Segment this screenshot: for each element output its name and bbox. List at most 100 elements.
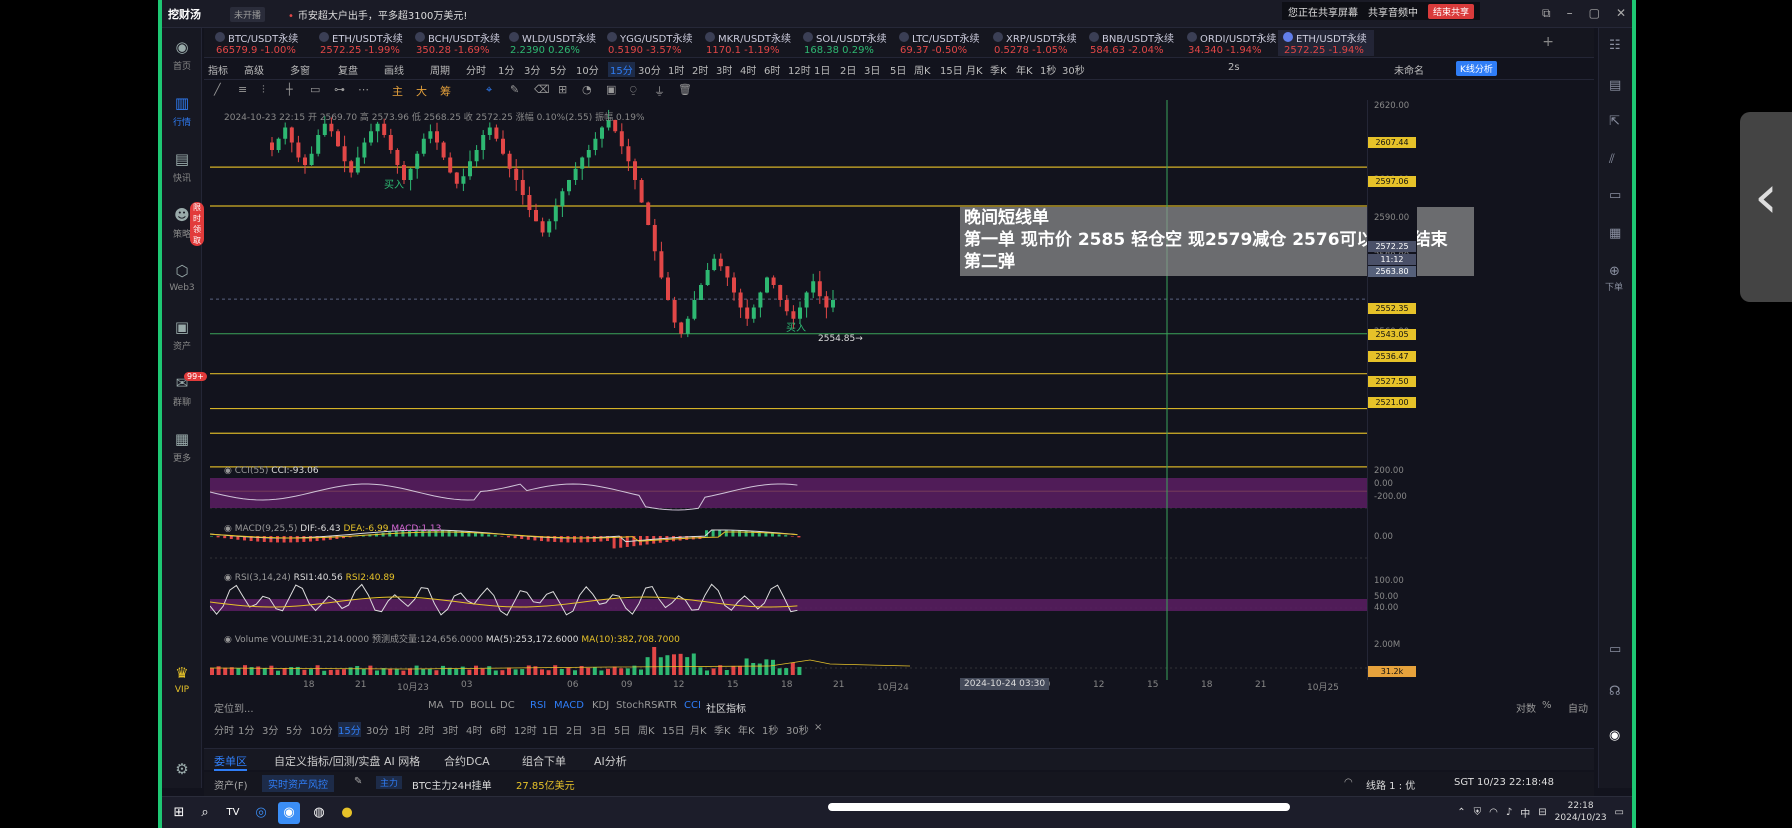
bottom-tab[interactable]: 委单区 (214, 753, 247, 771)
toolbar-item[interactable]: 指标 (208, 62, 228, 77)
toolbar-item[interactable]: 2日 (840, 62, 856, 77)
restore-icon[interactable]: ⧉ (1542, 6, 1551, 21)
chip-tool[interactable]: 筹 (440, 83, 451, 99)
vip-item[interactable]: ♛ VIP (162, 664, 202, 695)
end-share-button[interactable]: 结束共享 (1428, 3, 1475, 19)
settings-item[interactable]: ⚙ (162, 760, 202, 781)
timeframe-option[interactable]: 3分 (262, 722, 278, 737)
more-tools-icon[interactable]: ⋯ (358, 83, 369, 96)
timeframe-option[interactable]: 年K (738, 722, 755, 737)
lock-tool-icon[interactable]: ⊞ (558, 83, 567, 96)
hide-tool-icon[interactable]: ◔ (582, 83, 592, 96)
ticker-tab[interactable]: XRP/USDT永续 0.5278 -1.05% (988, 30, 1084, 56)
orderbook-icon[interactable]: ▤ (1609, 78, 1621, 93)
level-price-tag[interactable]: 2607.44 (1368, 137, 1416, 148)
toolbar-item[interactable]: 周期 (430, 62, 450, 77)
calc-icon[interactable]: ▦ (1609, 226, 1621, 241)
bottom-tab[interactable]: 自定义指标/回测/实盘 (274, 753, 380, 769)
ticker-tab[interactable]: ORDI/USDT永续 34.340 -1.94% (1182, 30, 1278, 56)
timeframe-option[interactable]: 10分 (310, 722, 333, 737)
obs-icon[interactable]: ◍ (308, 802, 330, 824)
ticker-tab[interactable]: ETH/USDT永续 2572.25 -1.94% (1278, 30, 1374, 56)
ticker-tab[interactable]: MKR/USDT永续 1170.1 -1.19% (700, 30, 796, 56)
indicator-toggle[interactable]: KDJ (592, 700, 609, 711)
toolbar-item[interactable]: 5分 (550, 62, 566, 77)
nav-home[interactable]: ◉ 首页 (162, 38, 202, 72)
toolbar-item[interactable]: 多窗 (290, 62, 310, 77)
toolbar-item[interactable]: 3分 (524, 62, 540, 77)
indicator-toggle[interactable]: ATR (658, 700, 677, 711)
indicator-toggle[interactable]: RSI (530, 700, 546, 711)
timeframe-option[interactable]: 15分 (338, 722, 361, 737)
toolbar-item[interactable]: 分时 (466, 62, 486, 77)
ticker-tab[interactable]: SOL/USDT永续 168.38 0.29% (798, 30, 894, 56)
toolbar-item[interactable]: 30分 (638, 62, 661, 77)
toolbar-item[interactable]: 1时 (668, 62, 684, 77)
timeframe-option[interactable]: 季K (714, 722, 731, 737)
search-icon[interactable]: ⌕ (194, 802, 216, 824)
big-order-tool[interactable]: 大 (416, 83, 427, 99)
add-tab-icon[interactable]: + (1542, 34, 1554, 50)
timeframe-option[interactable]: 30秒 (786, 722, 809, 737)
minimize-icon[interactable]: – (1567, 6, 1573, 21)
toolbar-item[interactable]: 复盘 (338, 62, 358, 77)
price-axis[interactable]: 2620.002610.002600.002590.002580.002560.… (1367, 100, 1417, 680)
level-price-tag[interactable]: 2521.00 (1368, 397, 1416, 408)
panel-icon[interactable]: ▭ (1609, 642, 1621, 657)
level-price-tag[interactable]: 2527.50 (1368, 376, 1416, 387)
timeframe-option[interactable]: 3日 (590, 722, 606, 737)
ticker-tab[interactable]: WLD/USDT永续 2.2390 0.26% (504, 30, 600, 56)
toolbar-item[interactable]: 5日 (890, 62, 906, 77)
maximize-icon[interactable]: ▢ (1589, 6, 1600, 21)
channel-tool-icon[interactable]: ⫶ (262, 83, 265, 97)
ticker-tab[interactable]: LTC/USDT永续 69.37 -0.50% (894, 30, 990, 56)
ticker-tab[interactable]: YGG/USDT永续 0.5190 -3.57% (602, 30, 698, 56)
risk-control-button[interactable]: 实时资产风控 (262, 775, 334, 792)
main-force-tool[interactable]: 主 (392, 83, 403, 99)
nav-news[interactable]: ▤ 快讯 (162, 150, 202, 184)
toolbar-item[interactable]: 1日 (814, 62, 830, 77)
timeframe-option[interactable]: 30分 (366, 722, 389, 737)
indicator-toggle[interactable]: MA (428, 700, 443, 711)
indicator-toggle[interactable]: BOLL (470, 700, 496, 711)
filter-tool-icon[interactable]: ⏚ (654, 83, 665, 99)
edit-icon[interactable]: ✎ (354, 776, 362, 787)
nav-market[interactable]: ▥ 行情 (162, 94, 202, 128)
indicator-toggle[interactable]: MACD (554, 700, 584, 711)
indicator-toggle[interactable]: StochRSI (616, 700, 660, 711)
bot-icon[interactable]: ◉ (1609, 728, 1620, 743)
chevron-up-icon[interactable]: ⌃ (1457, 807, 1465, 818)
ticker-tab[interactable]: BNB/USDT永续 584.63 -2.04% (1084, 30, 1180, 56)
magnet-tool-icon[interactable]: ⍜ (630, 83, 637, 97)
indicator-toggle[interactable]: CCI (684, 700, 701, 711)
ticker-tab[interactable]: BTC/USDT永续 66579.9 -1.00% (210, 30, 306, 56)
toolbar-item[interactable]: 高级 (244, 62, 264, 77)
toolbar-item[interactable]: 周K (914, 62, 931, 77)
toolbar-item[interactable]: 6时 (764, 62, 780, 77)
close-icon[interactable]: × (814, 722, 822, 733)
taskbar-clock[interactable]: 22:18 2024/10/23 (1555, 800, 1607, 824)
level-price-tag[interactable]: 2552.35 (1368, 303, 1416, 314)
layout-name[interactable]: 未命名 (1394, 62, 1424, 77)
toolbar-item[interactable]: 画线 (384, 62, 404, 77)
timeframe-option[interactable]: 2日 (566, 722, 582, 737)
timeframe-option[interactable]: 1秒 (762, 722, 778, 737)
toolbar-item[interactable]: 10分 (576, 62, 599, 77)
browser-icon[interactable]: ◎ (250, 802, 272, 824)
ticker-tab[interactable]: BCH/USDT永续 350.28 -1.69% (410, 30, 506, 56)
notification-icon[interactable]: ▭ (1615, 807, 1624, 818)
measure-tool-icon[interactable]: ⊶ (334, 83, 345, 96)
timeframe-option[interactable]: 2时 (418, 722, 434, 737)
toolbar-item[interactable]: 12时 (788, 62, 811, 77)
bottom-tab[interactable]: AI 网格 (384, 753, 420, 769)
camera-tool-icon[interactable]: ▣ (606, 83, 616, 96)
axis-option[interactable]: % (1542, 700, 1552, 711)
timeframe-option[interactable]: 4时 (466, 722, 482, 737)
nav-web3[interactable]: ⬡ Web3 (162, 262, 202, 293)
ticker-tab[interactable]: ETH/USDT永续 2572.25 -1.99% (314, 30, 410, 56)
chat-tray-icon[interactable]: ⊟ (1538, 807, 1546, 818)
level-price-tag[interactable]: 2543.05 (1368, 329, 1416, 340)
headset-icon[interactable]: ☊ (1609, 684, 1621, 699)
side-panel-handle[interactable]: ‹ (1740, 112, 1792, 302)
toolbar-item[interactable]: 月K (966, 62, 983, 77)
